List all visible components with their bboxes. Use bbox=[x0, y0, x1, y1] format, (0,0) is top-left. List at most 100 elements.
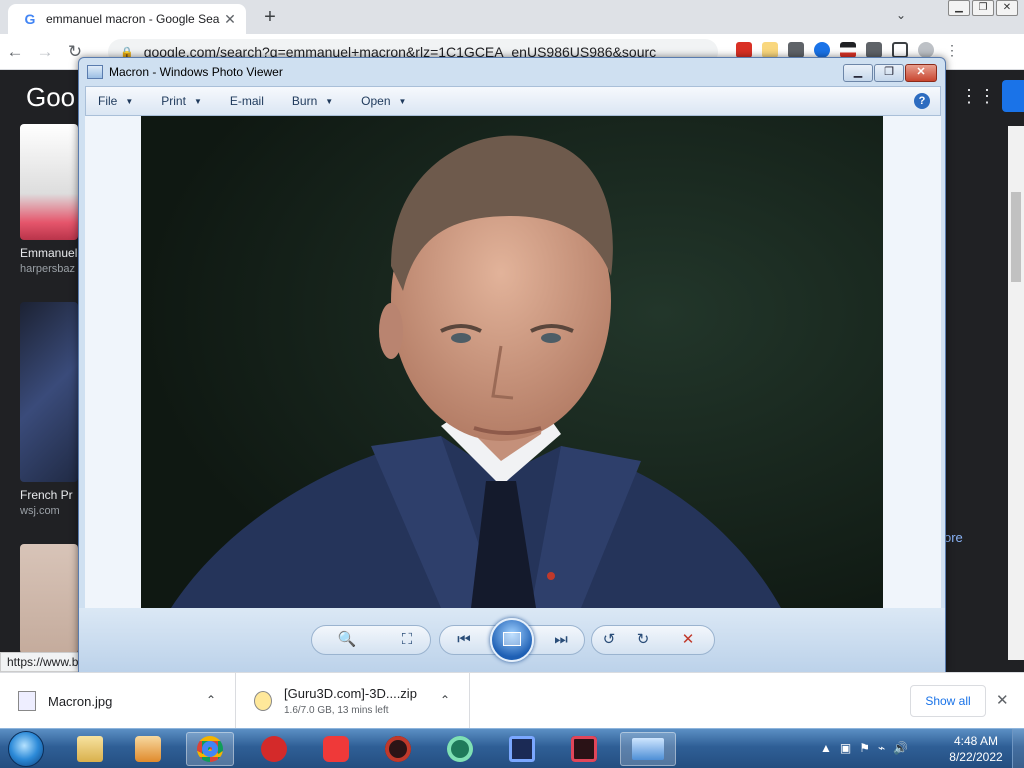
kebab-menu-icon[interactable]: ⋮ bbox=[944, 42, 960, 58]
download-item[interactable]: Macron.jpg ⌃ bbox=[0, 673, 236, 729]
menu-email-label: E-mail bbox=[229, 94, 264, 108]
image-result[interactable] bbox=[20, 544, 80, 654]
image-result[interactable]: Emmanuel harpersbaz bbox=[20, 124, 80, 275]
minimize-button[interactable]: ▁ bbox=[843, 64, 873, 82]
image-result-source: harpersbaz bbox=[20, 263, 76, 275]
image-result-source: wsj.com bbox=[20, 505, 60, 517]
extensions-row: ⋮ bbox=[736, 42, 960, 58]
chevron-up-icon[interactable]: ⌃ bbox=[440, 693, 450, 707]
image-file-icon bbox=[18, 691, 36, 711]
taskbar-clock[interactable]: 4:48 AM 8/22/2022 bbox=[944, 733, 1008, 765]
tray-recorder-icon[interactable]: ▣ bbox=[840, 741, 851, 755]
taskbar-chrome[interactable] bbox=[186, 732, 234, 766]
power-icon bbox=[261, 736, 287, 762]
portrait-photo bbox=[141, 116, 883, 608]
menu-file-label: File bbox=[98, 94, 118, 108]
download-name: Macron.jpg bbox=[48, 693, 113, 709]
browser-tab-strip: G emmanuel macron - Google Sea ✕ + ⌄ ▁ ❐… bbox=[0, 0, 1024, 34]
vivaldi-icon bbox=[323, 736, 349, 762]
menu-open[interactable]: Open ▼ bbox=[361, 94, 406, 108]
maximize-button[interactable]: ❐ bbox=[874, 64, 904, 82]
page-scrollbar-thumb[interactable] bbox=[1011, 192, 1021, 282]
previous-icon[interactable]: ⏮ bbox=[454, 630, 474, 650]
download-item[interactable]: [Guru3D.com]-3D....zip 1.6/7.0 GB, 13 mi… bbox=[236, 673, 470, 729]
tray-overflow-icon[interactable]: ▲ bbox=[820, 741, 832, 755]
photo-viewer-title: Macron - Windows Photo Viewer bbox=[109, 65, 283, 79]
extension-blue-icon[interactable] bbox=[814, 42, 830, 58]
menu-burn[interactable]: Burn ▼ bbox=[292, 94, 333, 108]
extension-yellow-icon[interactable] bbox=[762, 42, 778, 58]
photo-viewer-window: Macron - Windows Photo Viewer ▁ ❐ ✕ File… bbox=[78, 57, 946, 672]
back-arrow-icon[interactable]: ← bbox=[0, 42, 30, 62]
zip-file-icon bbox=[254, 691, 272, 711]
extensions-puzzle-icon[interactable] bbox=[866, 42, 882, 58]
new-tab-button[interactable]: + bbox=[258, 6, 282, 30]
menu-print[interactable]: Print ▼ bbox=[161, 94, 202, 108]
chevron-down-icon: ▼ bbox=[325, 96, 334, 106]
play-slideshow-button[interactable] bbox=[490, 618, 534, 662]
taskbar-vivaldi[interactable] bbox=[312, 732, 360, 766]
green-shield-icon bbox=[447, 736, 473, 762]
image-thumbnail[interactable] bbox=[20, 544, 78, 654]
image-result[interactable]: French Pr wsj.com bbox=[20, 302, 80, 517]
delete-icon[interactable]: ✕ bbox=[678, 630, 698, 650]
show-desktop-button[interactable] bbox=[1012, 729, 1024, 768]
tray-volume-icon[interactable]: 🔊 bbox=[893, 741, 908, 755]
help-icon[interactable]: ? bbox=[914, 93, 930, 109]
close-button[interactable]: ✕ bbox=[905, 64, 937, 82]
image-result-title[interactable]: French Pr bbox=[20, 488, 80, 502]
taskbar-green-app[interactable] bbox=[436, 732, 484, 766]
tray-network-icon[interactable]: ⚑ bbox=[859, 741, 870, 755]
browser-minimize-button[interactable]: ▁ bbox=[948, 0, 970, 16]
download-progress-text: 1.6/7.0 GB, 13 mins left bbox=[284, 705, 389, 716]
next-icon[interactable]: ⏭ bbox=[551, 630, 571, 650]
photo-viewer-menubar: File ▼ Print ▼ E-mail Burn ▼ Open ▼ ? bbox=[85, 86, 941, 116]
image-result-title[interactable]: Emmanuel bbox=[20, 246, 80, 260]
page-scrollbar[interactable] bbox=[1008, 126, 1024, 660]
taskbar-power-app[interactable] bbox=[250, 732, 298, 766]
taskbar-screen-recorder[interactable] bbox=[560, 732, 608, 766]
tray-action-center-icon[interactable]: ⌁ bbox=[878, 741, 885, 755]
rotate-left-icon[interactable]: ↺ bbox=[599, 630, 619, 650]
forward-arrow-icon[interactable]: → bbox=[30, 42, 60, 62]
chevron-up-icon[interactable]: ⌃ bbox=[206, 693, 216, 707]
actual-size-icon[interactable]: ⛶ bbox=[397, 630, 417, 650]
photo-viewer-titlebar[interactable]: Macron - Windows Photo Viewer bbox=[79, 58, 945, 86]
browser-restore-button[interactable]: ❐ bbox=[972, 0, 994, 16]
profile-avatar-icon[interactable] bbox=[918, 42, 934, 58]
video-camera-icon bbox=[571, 736, 597, 762]
browser-close-button[interactable]: ✕ bbox=[996, 0, 1018, 16]
download-bar: Macron.jpg ⌃ [Guru3D.com]-3D....zip 1.6/… bbox=[0, 672, 1024, 729]
taskbar-image-tool[interactable] bbox=[498, 732, 546, 766]
red-gear-icon bbox=[385, 736, 411, 762]
taskbar-media-player[interactable] bbox=[124, 732, 172, 766]
google-favicon-icon: G bbox=[24, 11, 36, 27]
extension-m-icon[interactable] bbox=[788, 42, 804, 58]
browser-tab[interactable]: G emmanuel macron - Google Sea ✕ bbox=[8, 4, 246, 34]
menu-file[interactable]: File ▼ bbox=[98, 94, 133, 108]
taskbar-explorer[interactable] bbox=[66, 732, 114, 766]
clock-time: 4:48 AM bbox=[953, 734, 999, 748]
system-tray: ▲ ▣ ⚑ ⌁ 🔊 bbox=[820, 741, 908, 755]
image-tool-icon bbox=[509, 736, 535, 762]
taskbar-red-app[interactable] bbox=[374, 732, 422, 766]
start-button[interactable] bbox=[8, 731, 44, 767]
chrome-icon bbox=[197, 736, 223, 762]
rotate-right-icon[interactable]: ↻ bbox=[633, 630, 653, 650]
image-thumbnail[interactable] bbox=[20, 302, 78, 482]
menu-email[interactable]: E-mail bbox=[230, 94, 264, 108]
tab-search-icon[interactable]: ⌄ bbox=[896, 8, 906, 22]
taskbar-photo-viewer[interactable] bbox=[620, 732, 676, 766]
show-all-button[interactable]: Show all bbox=[910, 685, 986, 717]
side-panel-icon[interactable] bbox=[892, 42, 908, 58]
extension-flag-icon[interactable] bbox=[840, 42, 856, 58]
chevron-down-icon: ▼ bbox=[193, 96, 202, 106]
google-logo[interactable]: Goo bbox=[26, 82, 75, 113]
extension-red-icon[interactable] bbox=[736, 42, 752, 58]
zoom-icon[interactable]: 🔍 bbox=[337, 630, 357, 650]
close-download-bar-icon[interactable]: ✕ bbox=[996, 691, 1009, 709]
image-thumbnail[interactable] bbox=[20, 124, 78, 240]
more-link[interactable]: ore bbox=[944, 530, 963, 545]
sign-in-button[interactable] bbox=[1002, 80, 1024, 112]
tab-close-icon[interactable]: ✕ bbox=[222, 11, 238, 28]
